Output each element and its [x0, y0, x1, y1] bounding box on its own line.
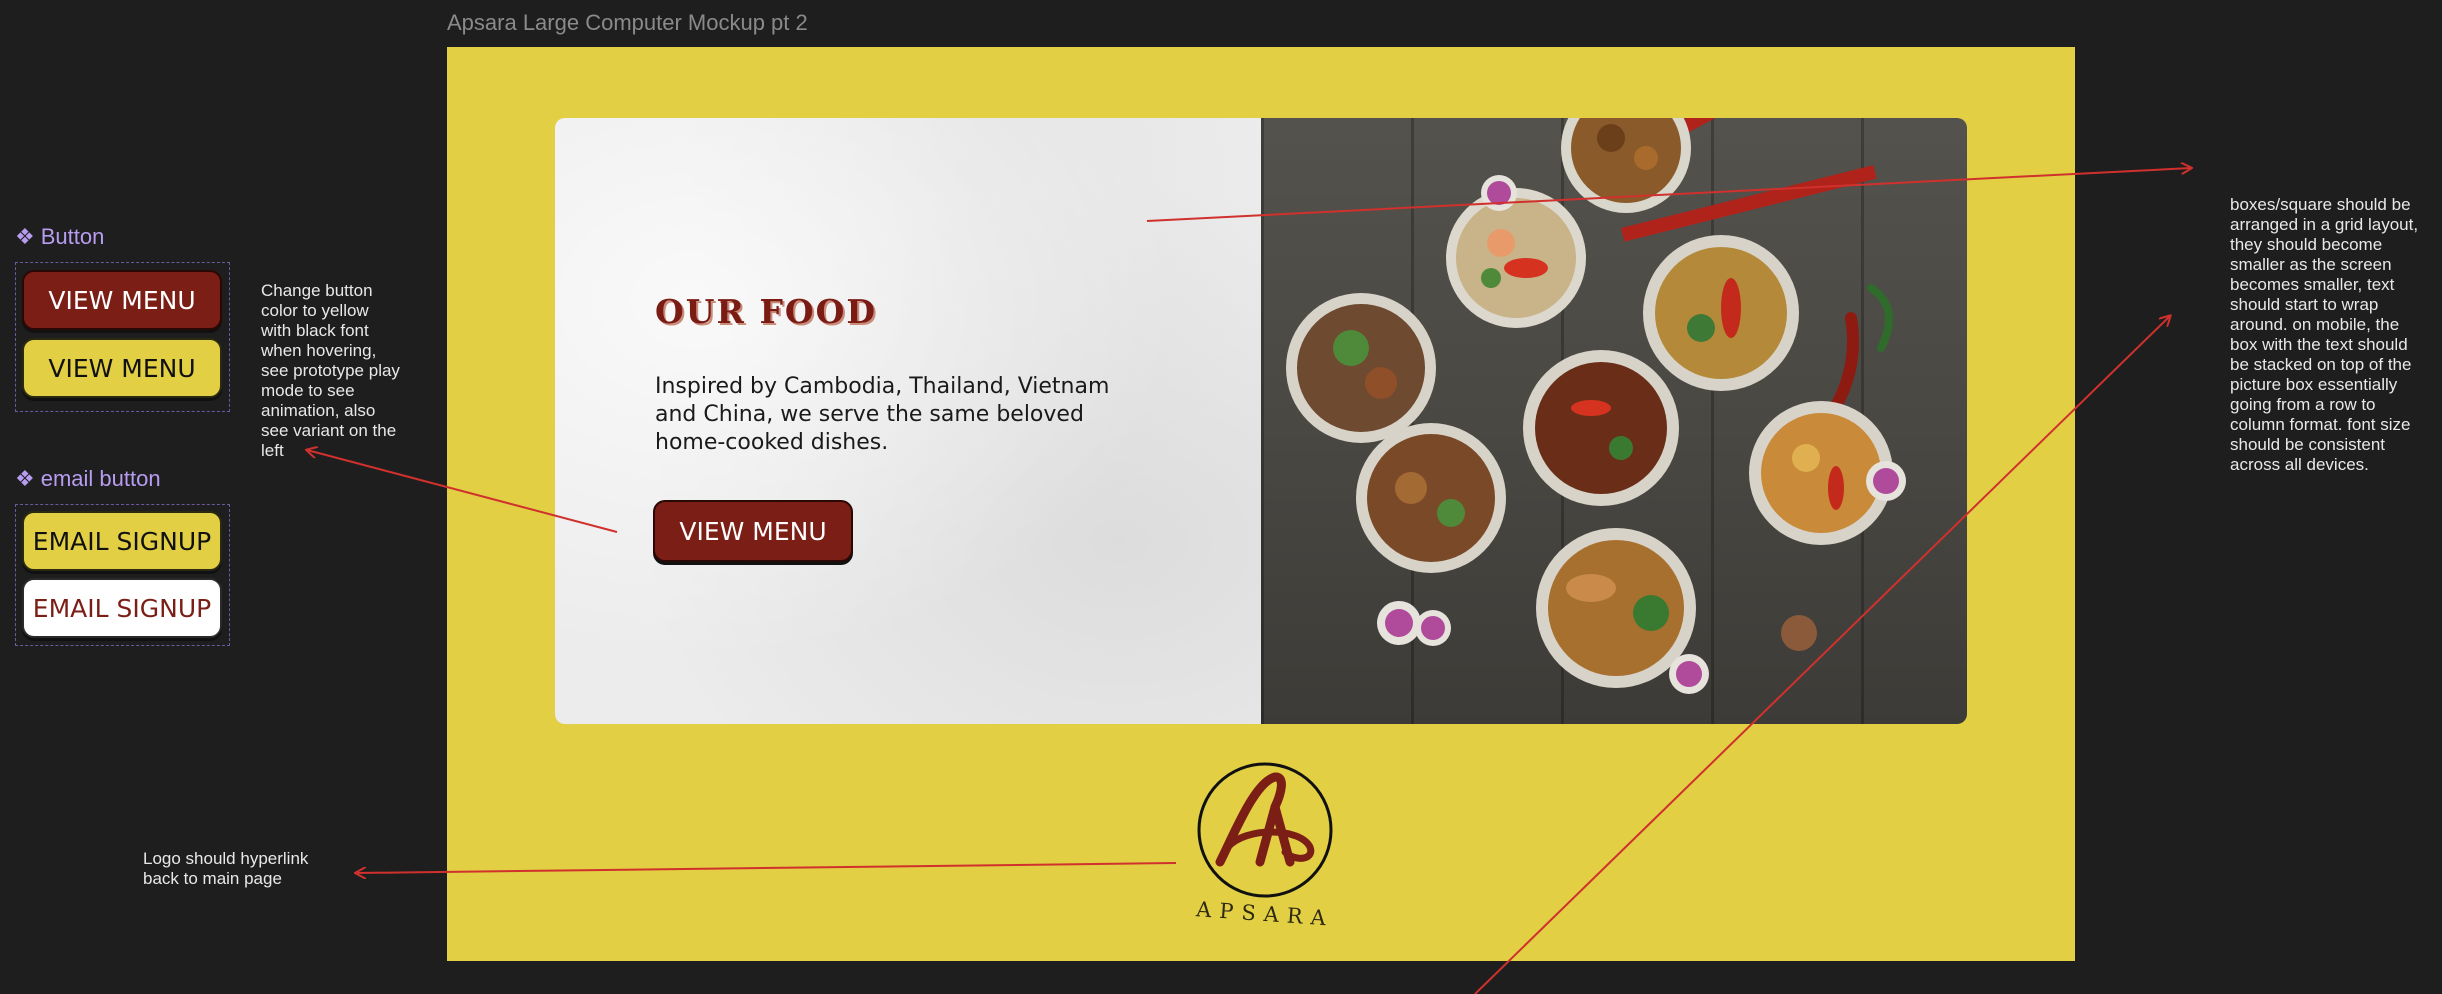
card-text-box: OUR FOOD Inspired by Cambodia, Thailand,…	[555, 118, 1261, 724]
view-menu-variant-default[interactable]: VIEW MENU	[22, 270, 222, 330]
grid-layout-note: boxes/square should be arranged in a grid…	[2230, 195, 2419, 474]
email-button-component-name: email button	[40, 466, 161, 491]
frame-title: Apsara Large Computer Mockup pt 2	[447, 10, 808, 35]
button-component-label: ❖ Button	[15, 224, 104, 250]
button-component-name: Button	[40, 224, 105, 249]
email-button-component-label: ❖ email button	[15, 466, 161, 492]
our-food-heading: OUR FOOD	[655, 292, 877, 331]
button-hover-note: Change button color to yellow with black f…	[261, 281, 400, 460]
component-diamond-icon: ❖	[15, 466, 35, 491]
apsara-logo-icon	[1197, 762, 1333, 898]
food-photo-illustration	[1286, 118, 1906, 694]
view-menu-variant-hover[interactable]: VIEW MENU	[22, 338, 222, 398]
view-menu-button[interactable]: VIEW MENU	[653, 500, 853, 562]
logo-link-note: Logo should hyperlink back to main page	[143, 849, 309, 888]
email-signup-variant-yellow[interactable]: EMAIL SIGNUP	[22, 511, 222, 571]
food-description: Inspired by Cambodia, Thailand, Vietnam …	[655, 374, 1110, 455]
our-food-card: OUR FOOD Inspired by Cambodia, Thailand,…	[555, 118, 1967, 724]
apsara-logo[interactable]: APSARA	[1190, 762, 1340, 942]
mockup-frame: OUR FOOD Inspired by Cambodia, Thailand,…	[447, 47, 2075, 961]
component-diamond-icon: ❖	[15, 224, 35, 249]
food-photo	[1261, 118, 1967, 724]
email-signup-variant-white[interactable]: EMAIL SIGNUP	[22, 578, 222, 638]
